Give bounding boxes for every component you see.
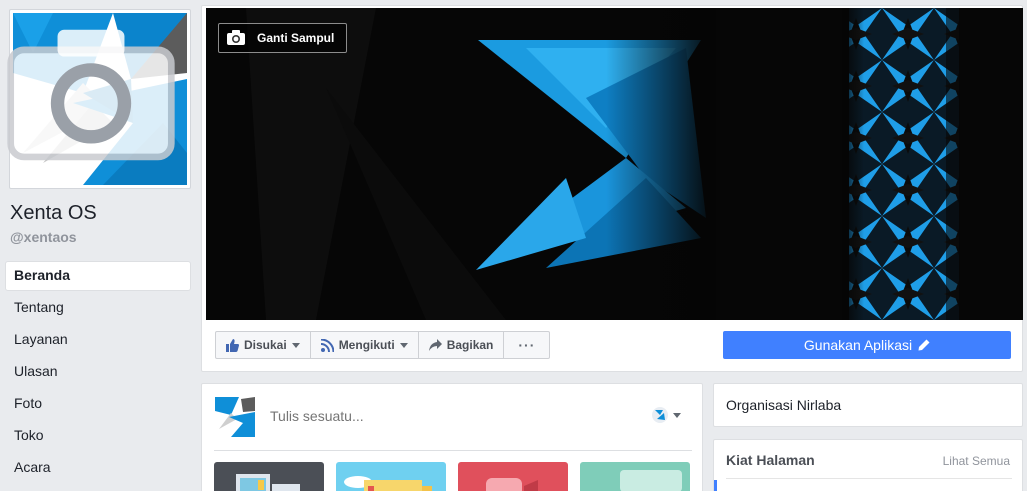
nav-item-tentang[interactable]: Tentang (5, 293, 191, 325)
chat-bubble-icon (620, 470, 682, 491)
cover-card: Ganti Sampul Disukai Mengikuti Bagikan ·… (201, 5, 1023, 372)
nav-item-beranda[interactable]: Beranda (5, 261, 191, 291)
page-nav: Beranda Tentang Layanan Ulasan Foto Toko… (5, 261, 191, 485)
share-arrow-icon (428, 339, 442, 351)
post-composer (201, 383, 703, 491)
divider (214, 450, 692, 451)
see-all-link[interactable]: Lihat Semua (943, 454, 1010, 468)
page-handle[interactable]: @xentaos (10, 229, 77, 245)
thumbs-up-icon (226, 338, 239, 352)
more-dots-icon: ··· (518, 337, 536, 353)
poster-option-tile[interactable] (336, 462, 446, 491)
following-button[interactable]: Mengikuti (311, 332, 419, 358)
active-indicator (714, 480, 717, 491)
page-avatar (215, 397, 255, 437)
photo-option-tile[interactable] (214, 462, 324, 491)
liked-button[interactable]: Disukai (216, 332, 311, 358)
more-options-button[interactable]: ··· (504, 332, 549, 358)
pencil-icon (918, 339, 930, 351)
nav-item-toko[interactable]: Toko (5, 421, 191, 453)
use-app-button[interactable]: Gunakan Aplikasi (723, 331, 1011, 359)
page-action-buttons: Disukai Mengikuti Bagikan ··· (215, 331, 551, 359)
cover-artwork (206, 8, 1023, 320)
use-app-label: Gunakan Aplikasi (803, 337, 913, 353)
rss-icon (320, 338, 334, 352)
chevron-down-icon (291, 342, 300, 348)
post-input[interactable] (270, 408, 600, 424)
change-cover-button[interactable]: Ganti Sampul (218, 23, 348, 53)
page-avatar-small (652, 407, 668, 423)
page-category-card: Organisasi Nirlaba (713, 383, 1023, 427)
liked-label: Disukai (244, 338, 287, 352)
video-option-tile[interactable] (458, 462, 568, 491)
page-tips-title: Kiat Halaman (726, 452, 815, 468)
photo-icon (236, 474, 300, 491)
nav-item-acara[interactable]: Acara (5, 453, 191, 485)
page-name: Xenta OS (10, 202, 97, 224)
nav-item-layanan[interactable]: Layanan (5, 325, 191, 357)
share-label: Bagikan (446, 338, 494, 352)
chevron-down-icon (399, 342, 408, 348)
nav-item-ulasan[interactable]: Ulasan (5, 357, 191, 389)
video-camera-icon (486, 478, 538, 491)
camera-icon[interactable] (4, 4, 178, 176)
change-cover-label: Ganti Sampul (257, 31, 335, 45)
profile-picture[interactable] (7, 9, 191, 189)
camera-icon (227, 30, 245, 45)
page-tips-card: Kiat Halaman Lihat Semua (713, 439, 1023, 491)
poster-icon (344, 476, 432, 491)
chevron-down-icon (673, 412, 681, 418)
post-as-selector[interactable] (652, 407, 681, 423)
share-button[interactable]: Bagikan (419, 332, 505, 358)
message-option-tile[interactable] (580, 462, 690, 491)
page-category[interactable]: Organisasi Nirlaba (726, 397, 841, 413)
divider (726, 478, 1012, 479)
cover-photo[interactable]: Ganti Sampul (206, 8, 1023, 320)
following-label: Mengikuti (338, 338, 395, 352)
nav-item-foto[interactable]: Foto (5, 389, 191, 421)
